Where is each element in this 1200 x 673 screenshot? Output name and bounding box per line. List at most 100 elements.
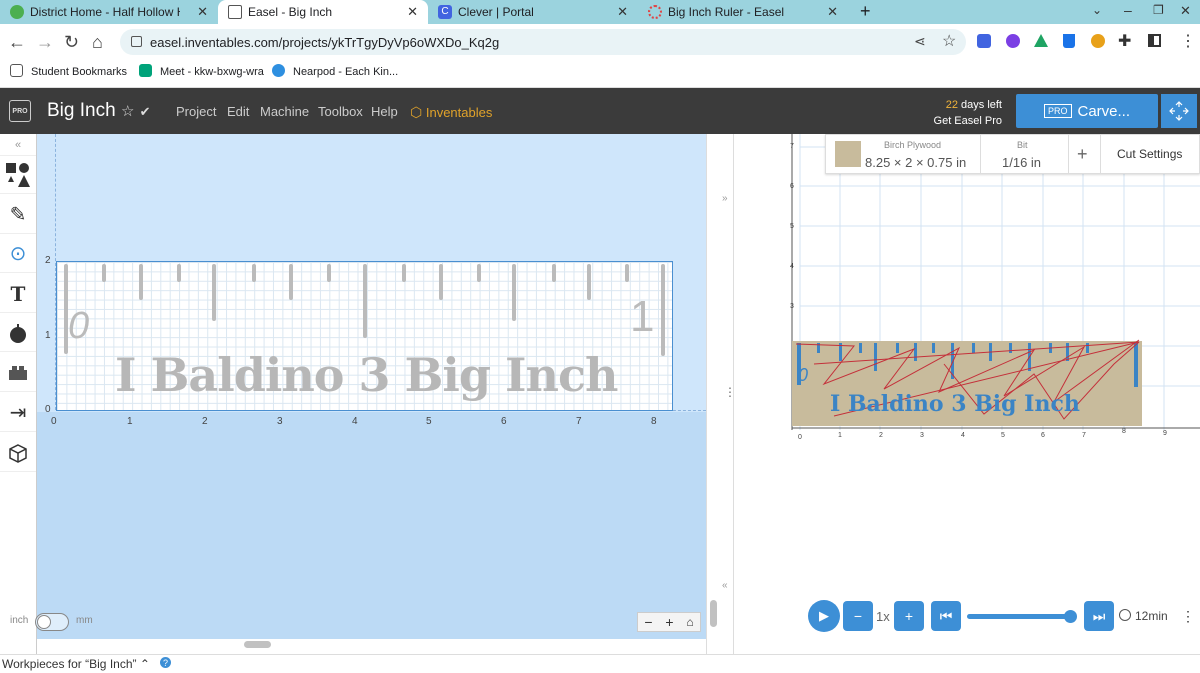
add-bit-button[interactable]: +	[1077, 144, 1088, 165]
reload-icon[interactable]: ↻	[64, 32, 79, 53]
slider-thumb[interactable]	[1064, 610, 1077, 623]
material-dimensions[interactable]: 8.25 × 2 × 0.75 in	[865, 155, 966, 170]
browser-menu-icon[interactable]: ⋮	[1180, 31, 1196, 51]
vertical-scrollbar[interactable]	[710, 600, 717, 627]
import-library-tool[interactable]	[0, 354, 36, 392]
side-panel-icon[interactable]	[1148, 34, 1161, 47]
get-easel-pro-link[interactable]: Get Easel Pro	[934, 115, 1002, 127]
ruler-zero-label[interactable]: 0	[68, 305, 89, 348]
collapse-toolbar-icon[interactable]: «	[0, 134, 36, 156]
faster-button[interactable]: +	[894, 601, 924, 631]
tab-big-inch-ruler[interactable]: Big Inch Ruler - Easel ✕	[638, 0, 848, 24]
ruler-tick	[177, 264, 181, 282]
share-icon[interactable]: ⋖	[914, 33, 926, 50]
skip-end-icon: ⏭	[1092, 607, 1106, 624]
bookmark-nearpod[interactable]: Nearpod - Each Kin...	[272, 64, 398, 78]
workpieces-toggle[interactable]: Workpieces for “Big Inch” ⌃	[2, 657, 150, 671]
pen-icon: ✎	[9, 204, 27, 226]
easel-logo-icon[interactable]: PRO	[9, 100, 31, 122]
y-tick-label: 0	[45, 404, 51, 415]
extension-icon[interactable]	[1091, 34, 1105, 48]
close-tab-icon[interactable]: ✕	[407, 4, 418, 20]
close-window-icon[interactable]: ✕	[1180, 3, 1191, 19]
tab-district-home[interactable]: District Home - Half Hollow Hills ✕	[0, 0, 218, 24]
menu-toolbox[interactable]: Toolbox	[318, 104, 363, 119]
inventables-label: Inventables	[425, 105, 493, 120]
minimize-icon[interactable]: –	[1124, 2, 1132, 18]
import-tool[interactable]: ⇥	[0, 394, 36, 432]
bookmark-star-icon[interactable]: ☆	[942, 31, 956, 51]
expand-preview-icon[interactable]: »	[722, 193, 728, 204]
favorite-star-icon[interactable]: ☆	[121, 103, 134, 120]
menu-inventables[interactable]: ⬡ Inventables	[410, 104, 492, 121]
preview-x-tick: 4	[961, 432, 965, 439]
tab-search-icon[interactable]: ⌄	[1092, 3, 1102, 17]
bookmark-meet[interactable]: Meet - kkw-bxwg-wra	[139, 64, 264, 78]
divider	[1068, 134, 1069, 174]
y-tick-label: 2	[45, 255, 51, 266]
x-tick-label: 3	[277, 416, 283, 427]
trash-extension-icon[interactable]	[1063, 34, 1075, 48]
tab-easel-big-inch[interactable]: Easel - Big Inch ✕	[218, 0, 428, 24]
ruler-tick	[661, 264, 665, 356]
ruler-tick	[439, 264, 443, 300]
preview-y-tick: 7	[790, 143, 794, 150]
close-tab-icon[interactable]: ✕	[827, 4, 838, 20]
skip-end-button[interactable]: ⏭	[1084, 601, 1114, 631]
new-tab-button[interactable]: +	[860, 1, 871, 22]
shapes-tool[interactable]	[0, 156, 36, 194]
playback-progress-slider[interactable]	[967, 610, 1077, 623]
unit-toggle[interactable]	[35, 613, 69, 631]
ruler-engraving-text[interactable]: I Baldino 3 Big Inch	[115, 348, 618, 402]
menu-edit[interactable]: Edit	[227, 104, 249, 119]
fullscreen-button[interactable]	[1161, 94, 1197, 128]
shapes-icon	[6, 162, 30, 187]
icon-library-tool[interactable]	[0, 314, 36, 352]
rewind-button[interactable]: ⏮	[931, 601, 961, 631]
restore-icon[interactable]: ❐	[1153, 3, 1164, 17]
close-tab-icon[interactable]: ✕	[197, 4, 208, 20]
carve-button[interactable]: PRO Carve...	[1016, 94, 1158, 128]
bookmark-student-bookmarks[interactable]: Student Bookmarks	[10, 64, 127, 78]
clock-icon	[1119, 609, 1131, 621]
clever-extension-icon[interactable]	[977, 34, 991, 48]
drive-extension-icon[interactable]	[1034, 34, 1048, 47]
cut-settings-button[interactable]: Cut Settings	[1117, 147, 1182, 161]
menu-machine[interactable]: Machine	[260, 104, 309, 119]
slower-button[interactable]: −	[843, 601, 873, 631]
material-swatch[interactable]	[835, 141, 861, 167]
target-tool[interactable]: ⊙	[0, 235, 36, 273]
nearpod-icon	[272, 64, 285, 77]
bit-size[interactable]: 1/16 in	[1002, 155, 1041, 170]
back-icon[interactable]: ←	[8, 32, 26, 53]
project-title-text: Big Inch	[47, 100, 116, 121]
trial-notice[interactable]: 22 days left Get Easel Pro	[930, 97, 1002, 129]
zoom-home-icon[interactable]: ⌂	[686, 615, 693, 629]
preview-x-tick: 0	[798, 434, 802, 441]
menu-project[interactable]: Project	[176, 104, 216, 119]
preview-zero-label: 0	[798, 365, 809, 385]
menu-help[interactable]: Help	[371, 104, 398, 119]
close-tab-icon[interactable]: ✕	[617, 4, 628, 20]
preview-more-icon[interactable]: ⋮	[1181, 608, 1195, 625]
help-icon[interactable]: ?	[160, 657, 171, 668]
extensions-puzzle-icon[interactable]: ✚	[1118, 31, 1131, 51]
kami-extension-icon[interactable]	[1006, 34, 1020, 48]
preview-x-tick: 1	[838, 432, 842, 439]
divider	[980, 134, 981, 174]
tab-clever-portal[interactable]: C Clever | Portal ✕	[428, 0, 638, 24]
horizontal-scrollbar[interactable]	[244, 641, 271, 648]
zoom-out-button[interactable]: −	[644, 614, 652, 630]
site-info-icon[interactable]	[131, 36, 142, 47]
pen-tool[interactable]: ✎	[0, 196, 36, 234]
forward-icon[interactable]: →	[36, 32, 54, 53]
text-tool[interactable]: T	[0, 275, 36, 313]
play-button[interactable]: ▶	[808, 600, 840, 632]
ruler-one-label[interactable]: 1	[630, 292, 654, 342]
3d-tool[interactable]	[0, 434, 36, 472]
home-icon[interactable]: ⌂	[92, 32, 103, 53]
project-title[interactable]: Big Inch ☆ ✔	[47, 100, 151, 122]
collapse-preview-icon[interactable]: «	[722, 580, 728, 591]
zoom-in-button[interactable]: +	[665, 614, 673, 630]
cube-icon	[9, 443, 27, 463]
